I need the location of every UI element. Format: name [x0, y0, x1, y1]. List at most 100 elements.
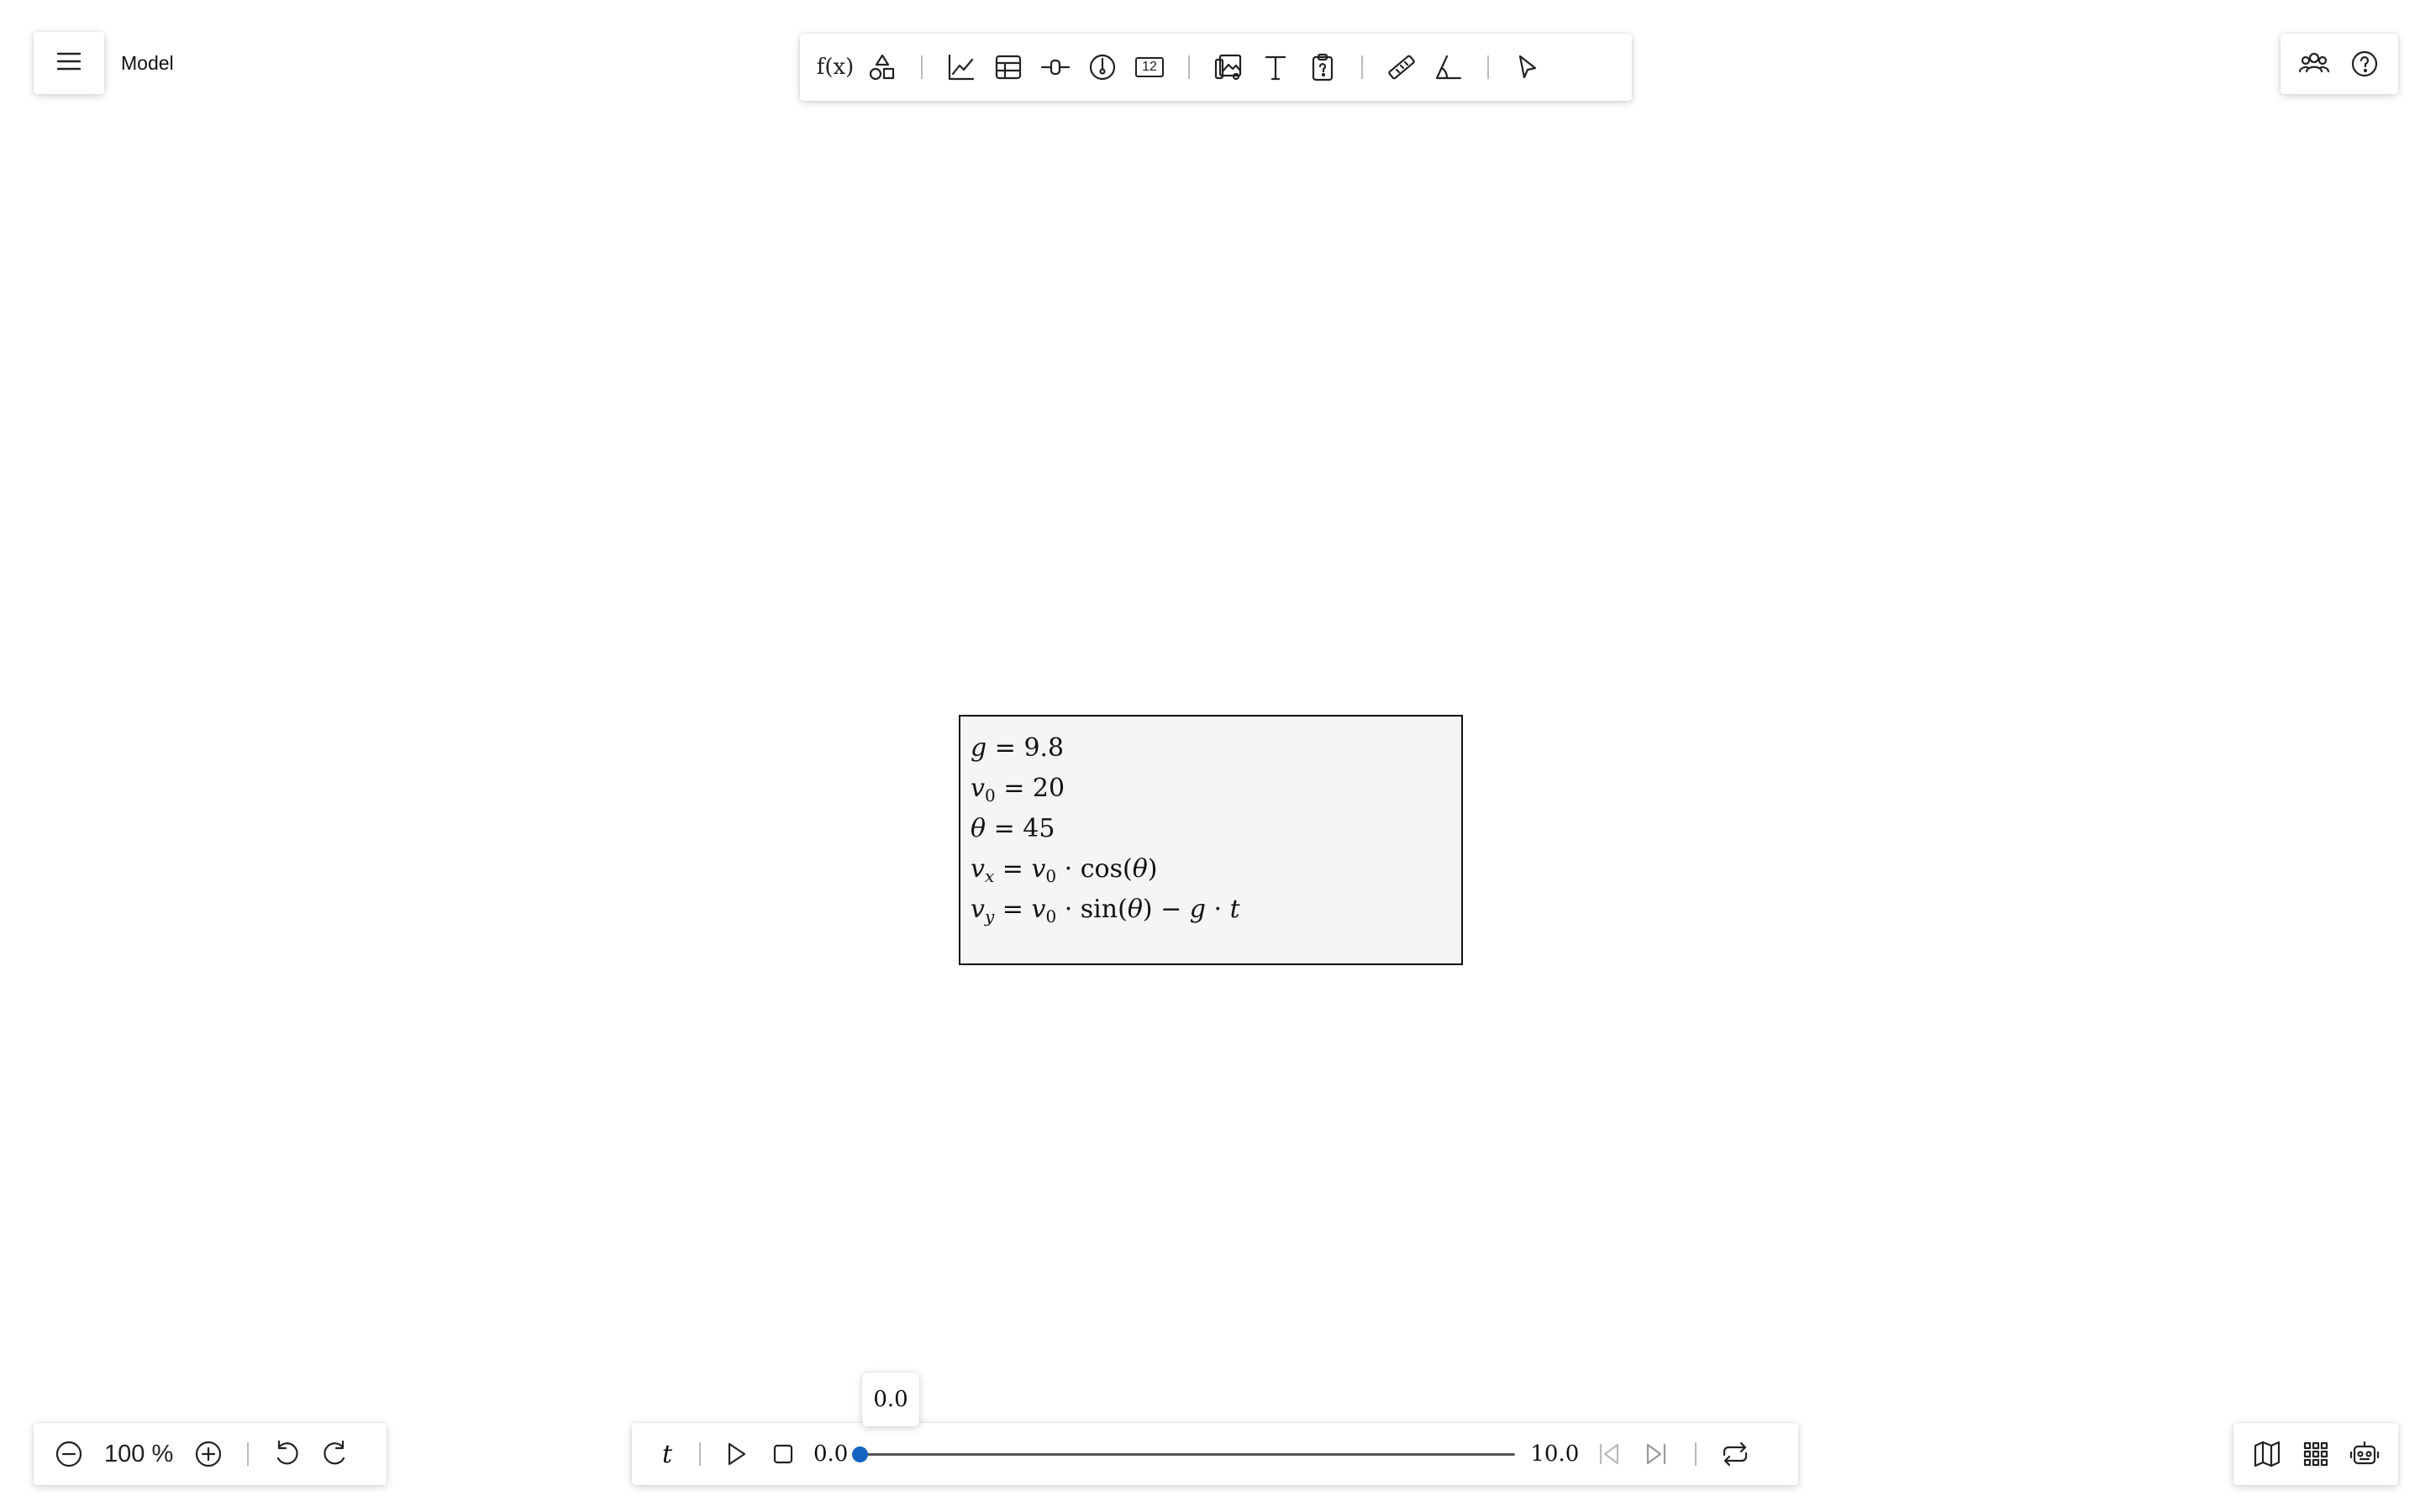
shapes-icon	[869, 54, 895, 81]
zoom-level[interactable]: 100 %	[104, 1441, 173, 1468]
redo-button[interactable]	[311, 1431, 358, 1478]
zoom-in-button[interactable]	[185, 1431, 232, 1478]
toolbar-divider	[1487, 55, 1489, 79]
step-forward-button[interactable]	[1633, 1431, 1680, 1478]
equation-block[interactable]: g = 9.8 v0 = 20 θ = 45 vx = v0 · cos(θ) …	[959, 715, 1463, 965]
bottom-right-panel	[2233, 1423, 2398, 1485]
top-right-panel	[2281, 34, 2398, 94]
toolbar-divider	[1188, 55, 1190, 79]
start-time[interactable]: 0.0	[813, 1441, 848, 1467]
variable: v	[971, 774, 985, 803]
undo-button[interactable]	[264, 1431, 311, 1478]
gauge-icon	[1089, 54, 1116, 81]
equation-line[interactable]: v0 = 20	[971, 769, 1451, 809]
robot-icon	[2349, 1441, 2380, 1465]
zoom-out-icon	[55, 1441, 82, 1467]
equation-line[interactable]: vy = v0 · sin(θ) − g · t	[971, 890, 1451, 930]
variable: g	[1189, 895, 1207, 924]
subscript: 0	[1045, 906, 1057, 927]
slider-value-tooltip: 0.0	[862, 1373, 919, 1426]
insert-slider-button[interactable]	[1032, 44, 1079, 91]
function-name: sin	[1080, 895, 1118, 924]
grid-icon	[2303, 1441, 2328, 1467]
time-variable[interactable]: t	[644, 1440, 691, 1469]
variable: v	[971, 854, 985, 884]
toolbar-divider	[1361, 55, 1363, 79]
insert-function-button[interactable]: f(x)	[812, 44, 859, 91]
assistant-button[interactable]	[2341, 1431, 2388, 1478]
protractor-icon	[1435, 55, 1462, 80]
toolbar-divider	[921, 55, 923, 79]
text-icon	[1265, 55, 1286, 81]
subscript: 0	[984, 785, 996, 806]
insert-text-button[interactable]	[1252, 44, 1299, 91]
redo-icon	[324, 1440, 345, 1465]
function-name: cos	[1080, 854, 1123, 884]
table-icon	[995, 55, 1022, 80]
insert-number-button[interactable]: 12	[1126, 44, 1173, 91]
animation-panel: t 0.0 10.0	[632, 1423, 1798, 1485]
end-time[interactable]: 10.0	[1530, 1441, 1579, 1467]
insert-media-button[interactable]	[1205, 44, 1252, 91]
equation-line[interactable]: g = 9.8	[971, 728, 1451, 769]
equation-line[interactable]: θ = 45	[971, 809, 1451, 849]
slider-icon	[1040, 59, 1071, 76]
slider-track	[860, 1453, 1516, 1456]
variable: θ	[1127, 895, 1143, 924]
toolbar-divider	[699, 1442, 701, 1466]
help-icon	[2351, 50, 2378, 77]
ruler-tool-button[interactable]	[1378, 44, 1425, 91]
hamburger-menu-icon	[55, 47, 83, 80]
undo-icon	[277, 1440, 298, 1465]
variable: v	[1031, 854, 1046, 884]
insert-question-button[interactable]	[1299, 44, 1346, 91]
step-forward-icon	[1647, 1443, 1666, 1465]
insert-toolbar: f(x) 12	[800, 34, 1632, 101]
map-icon	[2254, 1441, 2281, 1467]
subscript: x	[984, 866, 995, 886]
value: 20	[1032, 774, 1065, 803]
images-icon	[1214, 54, 1242, 81]
time-slider[interactable]	[852, 1437, 1516, 1471]
equation-line[interactable]: vx = v0 · cos(θ)	[971, 849, 1451, 890]
map-button[interactable]	[2244, 1431, 2291, 1478]
step-back-icon	[1600, 1443, 1619, 1465]
ruler-icon	[1388, 55, 1415, 80]
protractor-tool-button[interactable]	[1425, 44, 1472, 91]
value: 9.8	[1023, 733, 1065, 763]
step-back-button[interactable]	[1586, 1431, 1633, 1478]
graph-icon	[948, 54, 975, 81]
value: 45	[1023, 814, 1055, 843]
insert-table-button[interactable]	[985, 44, 1032, 91]
variable: θ	[971, 814, 986, 843]
variable: v	[971, 895, 985, 924]
insert-graph-button[interactable]	[938, 44, 985, 91]
subscript: 0	[1045, 866, 1057, 886]
insert-shapes-button[interactable]	[859, 44, 906, 91]
variable: t	[1229, 895, 1240, 924]
main-menu-button[interactable]	[34, 32, 104, 94]
variable: g	[971, 733, 987, 763]
function-icon: f(x)	[816, 55, 855, 80]
insert-gauge-button[interactable]	[1079, 44, 1126, 91]
pointer-icon	[1518, 55, 1537, 79]
collaborators-icon	[2298, 52, 2330, 73]
toolbar-divider	[247, 1442, 250, 1466]
play-button[interactable]	[713, 1431, 760, 1478]
clipboard-question-icon	[1312, 53, 1334, 81]
help-button[interactable]	[2341, 40, 2388, 87]
zoom-out-button[interactable]	[45, 1431, 92, 1478]
loop-button[interactable]	[1712, 1431, 1759, 1478]
loop-icon	[1723, 1441, 1748, 1467]
document-title: Model	[121, 52, 174, 74]
zoom-panel: 100 %	[34, 1423, 387, 1485]
stop-button[interactable]	[760, 1431, 807, 1478]
slider-thumb[interactable]	[852, 1446, 869, 1462]
stop-icon	[773, 1444, 793, 1464]
select-tool-button[interactable]	[1504, 44, 1551, 91]
collaborators-button[interactable]	[2291, 40, 2338, 87]
subscript: y	[984, 906, 995, 927]
number-icon: 12	[1135, 57, 1164, 77]
zoom-in-icon	[196, 1441, 222, 1467]
grid-button[interactable]	[2292, 1431, 2339, 1478]
